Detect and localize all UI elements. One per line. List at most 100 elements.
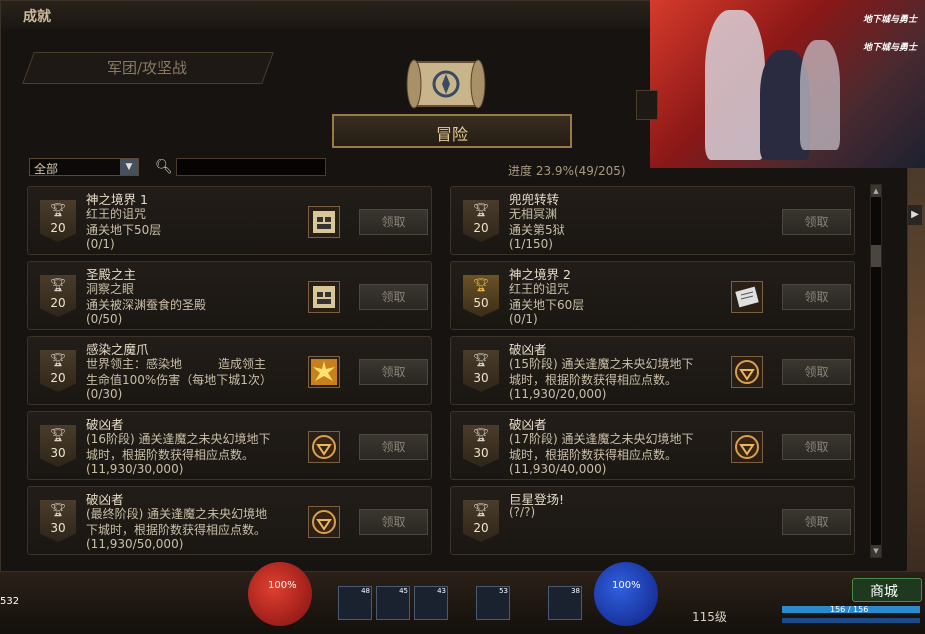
achievement-line: 下城时，根据阶数获得相应点数。 (86, 523, 267, 537)
progress-label: 进度 (508, 164, 533, 178)
claim-button[interactable]: 领取 (782, 509, 851, 535)
search-input[interactable] (176, 158, 326, 176)
claim-button[interactable]: 领取 (782, 209, 851, 235)
skill-slot[interactable]: 53 (476, 586, 510, 620)
scroll-thumb[interactable] (871, 245, 881, 267)
claim-button[interactable]: 领取 (359, 509, 428, 535)
tab-legion-label: 军团/攻坚战 (106, 59, 188, 77)
character-figure (800, 40, 840, 150)
scroll-compass-icon (406, 59, 486, 109)
achievement-points: 20 (50, 371, 66, 385)
chevron-down-icon[interactable]: ▼ (120, 159, 138, 175)
tab-adventure-label: 冒险 (435, 125, 468, 144)
promo-banner[interactable]: 地下城与勇士 地下城与勇士 (650, 0, 925, 168)
reward-emblem-icon[interactable] (731, 431, 763, 463)
search-icon[interactable]: 🔍︎ (155, 159, 173, 175)
trophy-badge: 🏆︎ 30 (40, 425, 76, 467)
achievement-line: (16阶段) 通关逢魔之未央幻境地下 (86, 432, 271, 446)
achievement-line: 通关被深渊蚕食的圣殿 (86, 298, 207, 312)
achievement-line: (11,930/20,000) (509, 387, 607, 401)
achievement-card: 🏆︎ 30 破凶者 (15阶段) 通关逢魔之未央幻境地下 城时，根据阶数获得相应点数。(… (450, 336, 855, 405)
achievement-points: 20 (50, 296, 66, 310)
reward-emblem-icon[interactable] (308, 431, 340, 463)
achievement-points: 20 (473, 521, 489, 535)
skill-slot[interactable]: 38 (548, 586, 582, 620)
trophy-badge: 🏆︎ 30 (40, 500, 76, 542)
claim-button[interactable]: 领取 (359, 284, 428, 310)
bottom-hud (0, 572, 925, 634)
reward-emblem-icon[interactable] (308, 506, 340, 538)
achievement-points: 20 (50, 221, 66, 235)
achievement-line: 城时，根据阶数获得相应点数。 (86, 448, 255, 462)
category-select[interactable]: 全部 ▼ (29, 158, 139, 176)
achievement-line: (17阶段) 通关逢魔之未央幻境地下 (509, 432, 694, 446)
scroll-up-icon[interactable]: ▲ (871, 185, 881, 197)
progress-value: 23.9%(49/205) (535, 164, 626, 178)
achievement-card: 🏆︎ 20 圣殿之主 洞察之眼 通关被深渊蚕食的圣殿 (0/50) 领取 (27, 261, 432, 330)
skill-slot[interactable]: 48 (338, 586, 372, 620)
tab-next[interactable] (636, 90, 658, 120)
mp-bar (782, 618, 920, 623)
player-level: 115级 (692, 610, 727, 624)
achievement-line: (0/1) (509, 312, 538, 326)
skill-slot[interactable]: 45 (376, 586, 410, 620)
achievement-points: 30 (50, 521, 66, 535)
trophy-badge: 🏆︎ 20 (40, 350, 76, 392)
skill-slot[interactable]: 43 (414, 586, 448, 620)
trophy-icon: 🏆︎ (49, 278, 67, 293)
achievement-line: 红王的诅咒 (509, 282, 570, 296)
achievement-card: 🏆︎ 30 破凶者 (17阶段) 通关逢魔之未央幻境地下 城时，根据阶数获得相应点数。(… (450, 411, 855, 480)
claim-button[interactable]: 领取 (782, 284, 851, 310)
title-bar: 成就 (1, 1, 651, 29)
achievement-line: (0/50) (86, 312, 123, 326)
scroll-down-icon[interactable]: ▼ (871, 545, 881, 557)
reward-map-icon[interactable] (308, 281, 340, 313)
chevron-right-icon[interactable]: ▶ (908, 205, 922, 225)
reward-emblem-icon[interactable] (731, 356, 763, 388)
trophy-icon: 🏆︎ (472, 203, 490, 218)
progress-text: 进度 23.9%(49/205) (508, 162, 626, 179)
achievement-points: 50 (473, 296, 489, 310)
mall-button-label: 商城 (870, 584, 898, 600)
category-select-value: 全部 (34, 162, 59, 176)
reward-map-icon[interactable] (308, 206, 340, 238)
achievement-points: 30 (473, 371, 489, 385)
trophy-badge: 🏆︎ 30 (463, 350, 499, 392)
trophy-icon: 🏆︎ (472, 353, 490, 368)
trophy-icon: 🏆︎ (49, 353, 67, 368)
achievement-line: 红王的诅咒 (86, 207, 147, 221)
achievement-line: (0/30) (86, 387, 123, 401)
reward-star-burst-icon[interactable] (308, 356, 340, 388)
character-figure (705, 10, 765, 160)
trophy-icon: 🏆︎ (49, 428, 67, 443)
trophy-badge: 🏆︎ 20 (463, 200, 499, 242)
achievement-line: (11,930/30,000) (86, 462, 184, 476)
trophy-badge: 🏆︎ 20 (40, 200, 76, 242)
achievement-card: 🏆︎ 50 神之境界 2 红王的诅咒 通关地下60层 (0/1) 领取 (450, 261, 855, 330)
reward-scroll-icon[interactable] (731, 281, 763, 313)
coin-count: 532 (0, 596, 20, 607)
game-logo: 地下城与勇士 (862, 43, 917, 53)
claim-button[interactable]: 领取 (359, 209, 428, 235)
list-scrollbar[interactable]: ▲ ▼ (870, 184, 882, 558)
trophy-badge: 🏆︎ 20 (463, 500, 499, 542)
trophy-badge: 🏆︎ 50 (463, 275, 499, 317)
trophy-icon: 🏆︎ (472, 503, 490, 518)
trophy-icon: 🏆︎ (472, 428, 490, 443)
achievement-line: (11,930/50,000) (86, 537, 184, 551)
mp-orb-label: 100% (612, 580, 641, 591)
trophy-icon: 🏆︎ (49, 203, 67, 218)
claim-button[interactable]: 领取 (359, 434, 428, 460)
trophy-badge: 🏆︎ 30 (463, 425, 499, 467)
achievement-line: 无相冥渊 (509, 207, 558, 221)
achievement-line: 通关地下50层 (86, 223, 162, 237)
claim-button[interactable]: 领取 (782, 434, 851, 460)
background-strip (908, 168, 925, 578)
achievement-card: 🏆︎ 20 神之境界 1 红王的诅咒 通关地下50层 (0/1) 领取 (27, 186, 432, 255)
achievement-points: 30 (50, 446, 66, 460)
achievement-line: (11,930/40,000) (509, 462, 607, 476)
claim-button[interactable]: 领取 (359, 359, 428, 385)
achievement-card: 🏆︎ 20 感染之魔爪 世界领主：感染地 造成领主 生命值100%伤害（每地下城1次）(… (27, 336, 432, 405)
achievement-line: (?/?) (509, 505, 536, 519)
claim-button[interactable]: 领取 (782, 359, 851, 385)
